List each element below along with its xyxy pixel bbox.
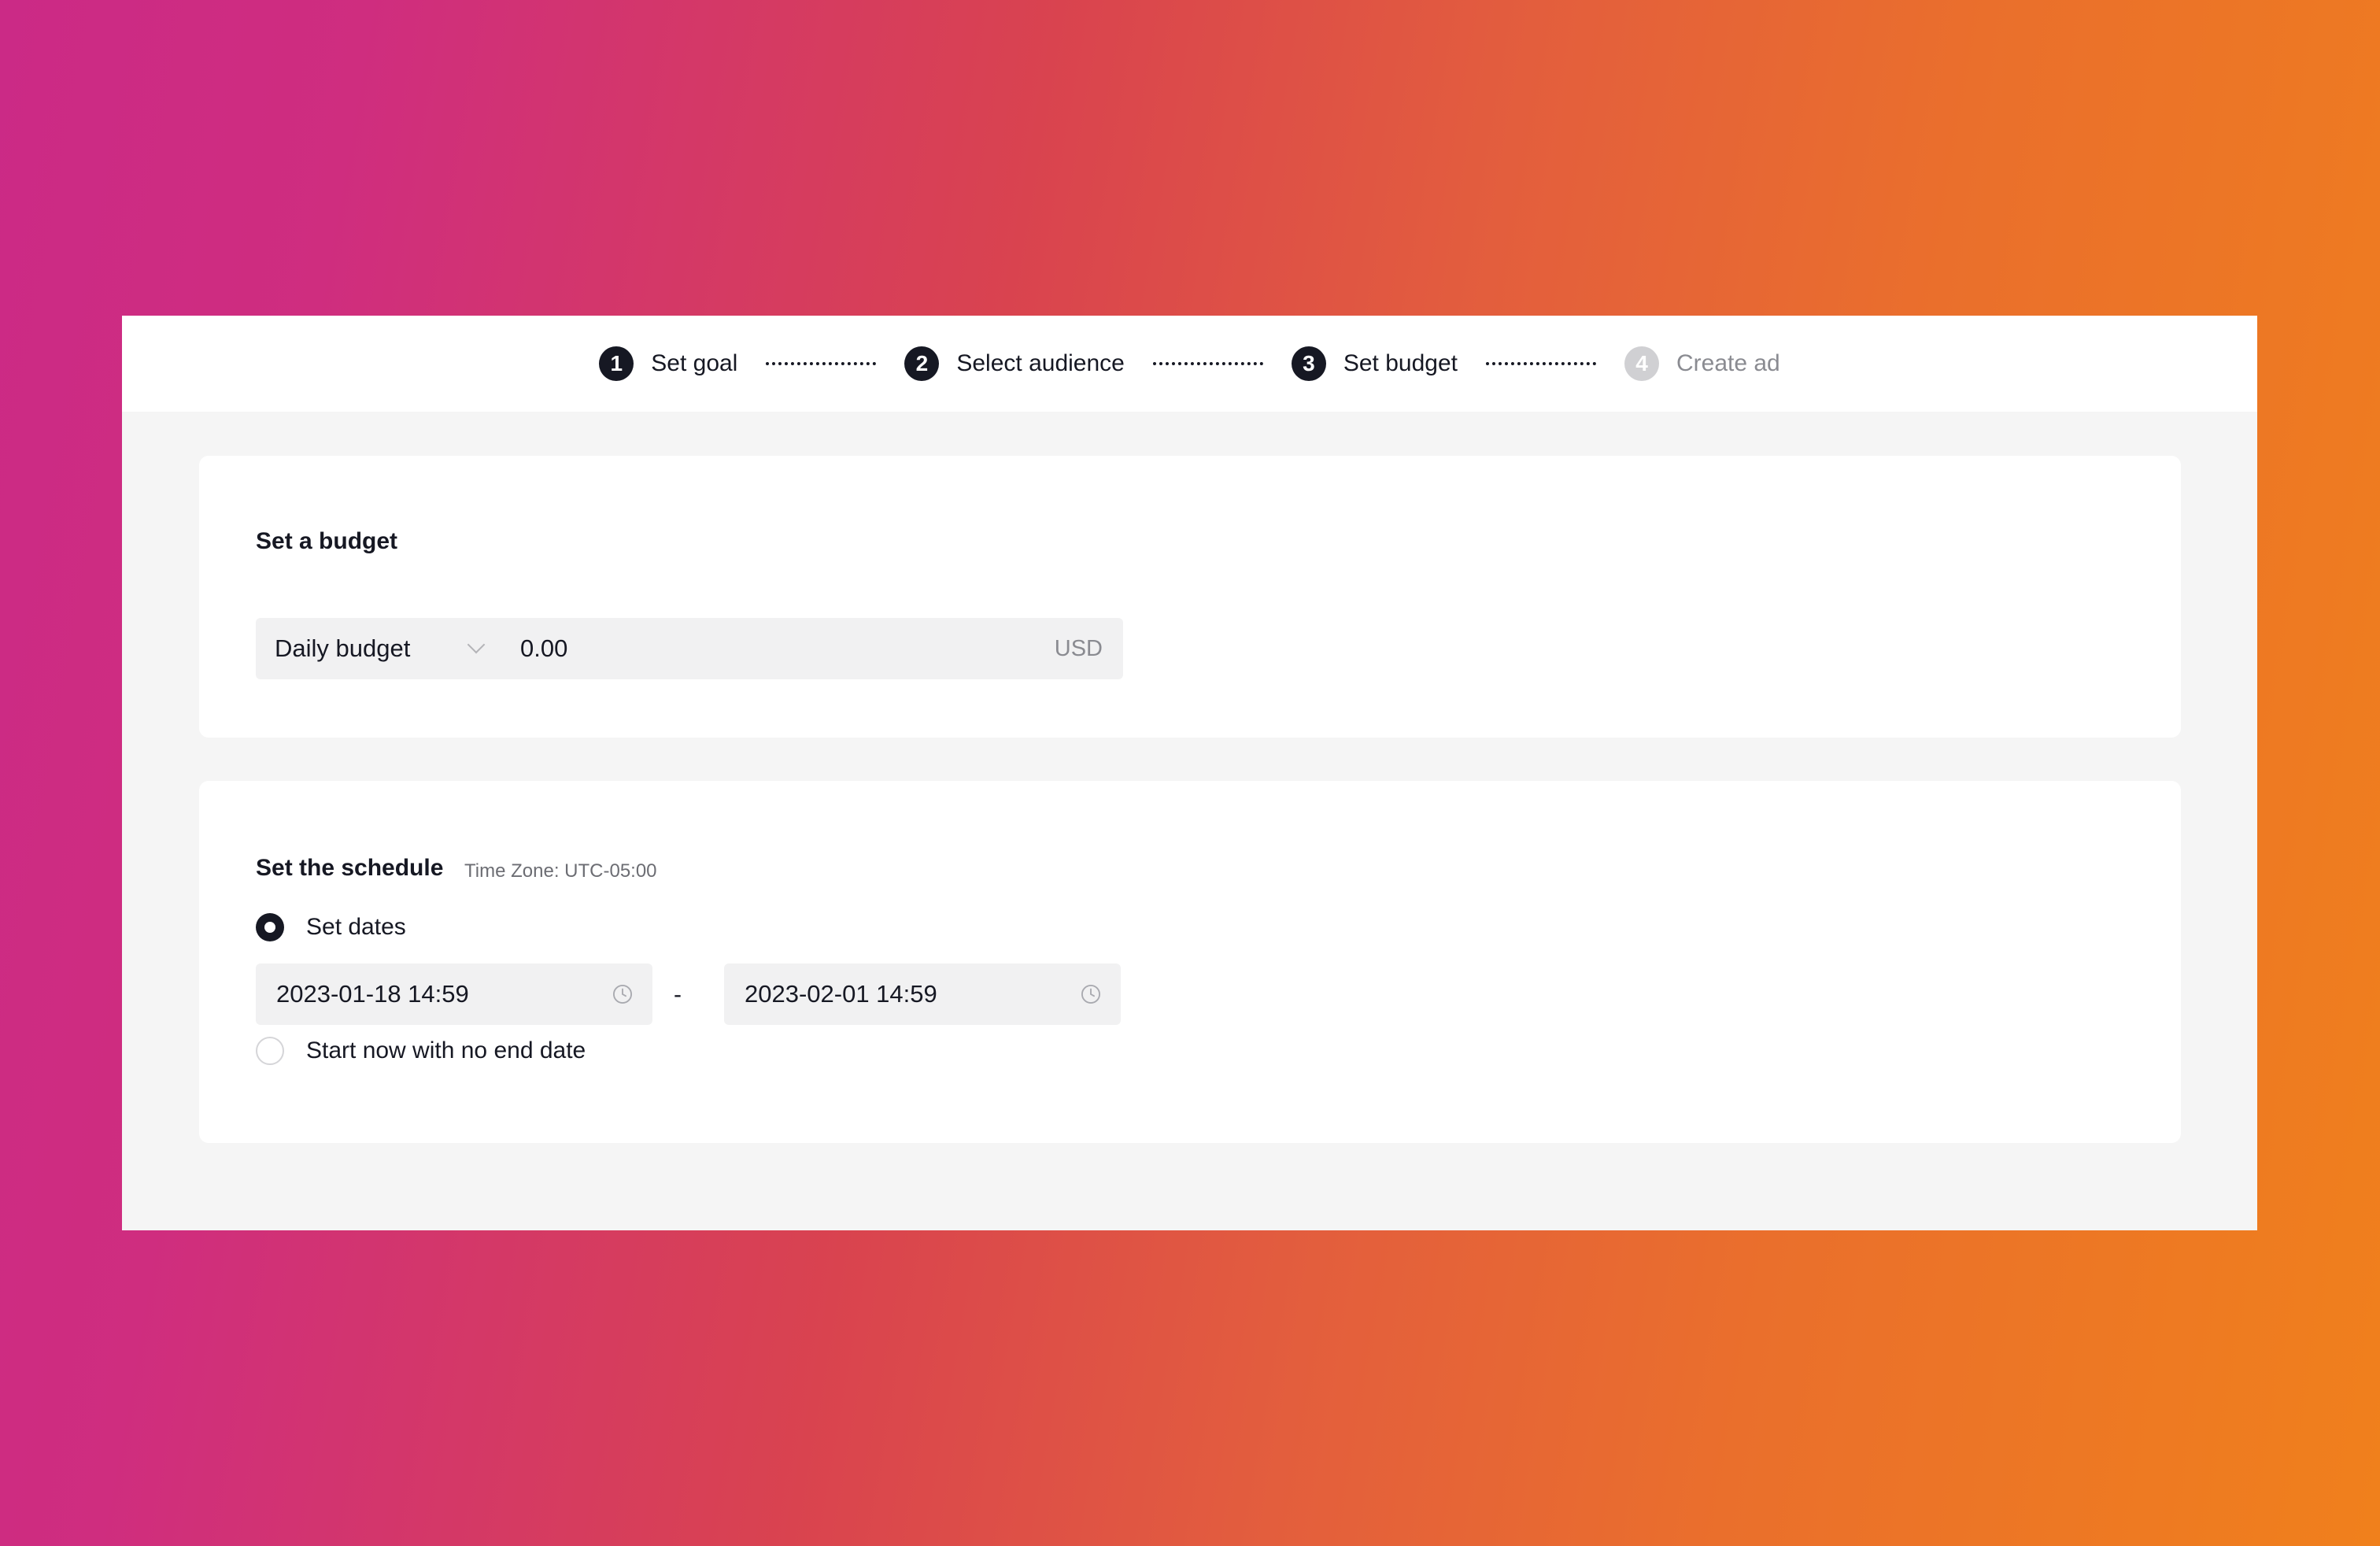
schedule-card: Set the schedule Time Zone: UTC-05:00 Se… [199, 781, 2181, 1143]
timezone-note: Time Zone: UTC-05:00 [464, 860, 657, 882]
budget-title: Set a budget [256, 528, 398, 554]
step-connector [1152, 362, 1263, 365]
radio-start-now[interactable]: Start now with no end date [256, 1037, 586, 1065]
schedule-title: Set the schedule [256, 855, 444, 881]
end-date-input[interactable]: 2023-02-01 14:59 [724, 963, 1121, 1025]
step-label-select-audience: Select audience [956, 350, 1125, 376]
step-number-4: 4 [1624, 346, 1659, 381]
step-connector [1485, 362, 1596, 365]
radio-label-set-dates: Set dates [306, 914, 406, 940]
budget-type-value: Daily budget [275, 634, 411, 662]
step-label-set-budget: Set budget [1343, 350, 1458, 376]
budget-amount-input[interactable] [501, 618, 1055, 679]
step-number-2: 2 [904, 346, 940, 381]
end-date-value: 2023-02-01 14:59 [745, 980, 937, 1008]
step-label-create-ad: Create ad [1676, 350, 1780, 376]
campaign-panel: 1 Set goal 2 Select audience 3 Set budge… [122, 316, 2257, 1230]
step-label-set-goal: Set goal [651, 350, 738, 376]
radio-button-unchecked[interactable] [256, 1037, 284, 1065]
currency-label: USD [1054, 635, 1103, 661]
date-range-separator: - [674, 982, 682, 1008]
budget-type-select[interactable]: Daily budget [256, 618, 501, 679]
clock-icon [612, 984, 633, 1004]
step-number-3: 3 [1291, 346, 1326, 381]
step-number-1: 1 [599, 346, 634, 381]
radio-set-dates[interactable]: Set dates [256, 913, 406, 941]
step-select-audience[interactable]: 2 Select audience [904, 346, 1125, 381]
budget-card: Set a budget Daily budget USD [199, 456, 2181, 738]
step-set-budget[interactable]: 3 Set budget [1291, 346, 1458, 381]
radio-label-start-now: Start now with no end date [306, 1037, 586, 1063]
radio-button-checked[interactable] [256, 913, 284, 941]
start-date-value: 2023-01-18 14:59 [276, 980, 469, 1008]
step-set-goal[interactable]: 1 Set goal [599, 346, 737, 381]
chevron-down-icon [467, 635, 486, 654]
step-connector [766, 362, 877, 365]
progress-stepper: 1 Set goal 2 Select audience 3 Set budge… [122, 316, 2257, 412]
step-create-ad: 4 Create ad [1624, 346, 1780, 381]
clock-icon [1081, 984, 1101, 1004]
start-date-input[interactable]: 2023-01-18 14:59 [256, 963, 652, 1025]
budget-field: Daily budget USD [256, 618, 1123, 679]
